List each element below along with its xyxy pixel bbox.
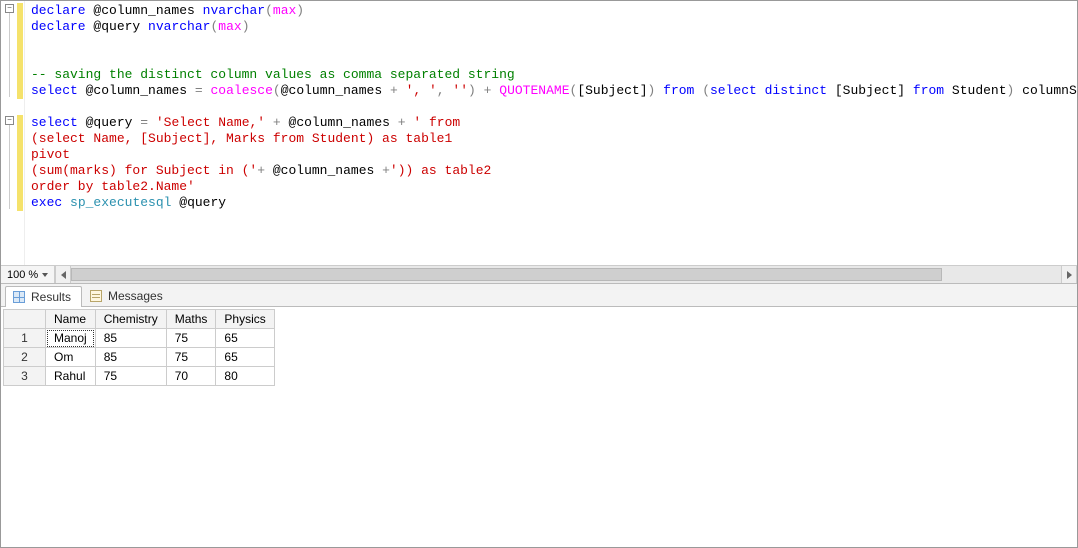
code-line: pivot [31,147,1077,163]
fold-toggle-icon[interactable]: − [5,4,14,13]
tab-results[interactable]: Results [5,286,82,307]
code-line: select @column_names = coalesce(@column_… [31,83,1077,99]
change-marker [17,3,23,99]
grid-cell[interactable]: 75 [166,348,216,367]
tab-messages[interactable]: Messages [82,285,174,306]
horizontal-scrollbar[interactable] [55,266,1077,283]
grid-cell[interactable]: 85 [95,348,166,367]
column-header[interactable]: Maths [166,310,216,329]
row-number[interactable]: 3 [4,367,46,386]
grid-cell[interactable]: 65 [216,348,274,367]
zoom-selector[interactable]: 100 % [1,266,55,283]
grid-cell[interactable]: 75 [95,367,166,386]
results-tab-bar: Results Messages [1,283,1077,307]
scroll-left-button[interactable] [55,266,71,283]
fold-guide [9,13,10,97]
table-row[interactable]: 3Rahul757080 [4,367,275,386]
grid-cell[interactable]: 85 [95,329,166,348]
grid-icon [12,290,26,304]
results-grid[interactable]: NameChemistryMathsPhysics1Manoj8575652Om… [3,309,275,386]
scroll-track[interactable] [71,266,1061,283]
table-row[interactable]: 2Om857565 [4,348,275,367]
sql-editor-pane: − − declare @column_names nvarchar(max)d… [1,1,1077,283]
fold-guide [9,125,10,209]
scroll-thumb[interactable] [71,268,942,281]
code-line: select @query = 'Select Name,' + @column… [31,115,1077,131]
code-line [31,99,1077,115]
zoom-value: 100 % [7,269,38,281]
code-line: (select Name, [Subject], Marks from Stud… [31,131,1077,147]
grid-cell[interactable]: Rahul [46,367,96,386]
grid-cell[interactable]: Om [46,348,96,367]
code-line: declare @column_names nvarchar(max) [31,3,1077,19]
grid-cell[interactable]: 65 [216,329,274,348]
editor-footer: 100 % [1,265,1077,283]
editor-body[interactable]: − − declare @column_names nvarchar(max)d… [1,1,1077,265]
code-line: (sum(marks) for Subject in ('+ @column_n… [31,163,1077,179]
triangle-left-icon [61,271,66,279]
grid-cell[interactable]: 75 [166,329,216,348]
grid-cell[interactable]: 70 [166,367,216,386]
tab-label: Messages [108,289,163,303]
fold-toggle-icon[interactable]: − [5,116,14,125]
code-line: order by table2.Name' [31,179,1077,195]
triangle-right-icon [1067,271,1072,279]
editor-gutter: − − [1,1,25,265]
tab-label: Results [31,290,71,304]
code-area[interactable]: declare @column_names nvarchar(max)decla… [25,1,1077,265]
grid-cell[interactable]: 80 [216,367,274,386]
change-marker [17,115,23,211]
row-number[interactable]: 2 [4,348,46,367]
code-line [31,51,1077,67]
code-line [31,35,1077,51]
scroll-right-button[interactable] [1061,266,1077,283]
results-pane[interactable]: NameChemistryMathsPhysics1Manoj8575652Om… [1,307,1077,547]
table-row[interactable]: 1Manoj857565 [4,329,275,348]
column-header[interactable]: Physics [216,310,274,329]
column-header[interactable]: Chemistry [95,310,166,329]
chevron-down-icon [42,273,48,277]
grid-cell[interactable]: Manoj [46,329,96,348]
code-line: declare @query nvarchar(max) [31,19,1077,35]
code-line: -- saving the distinct column values as … [31,67,1077,83]
messages-icon [89,289,103,303]
row-number[interactable]: 1 [4,329,46,348]
code-line: exec sp_executesql @query [31,195,1077,211]
grid-corner[interactable] [4,310,46,329]
column-header[interactable]: Name [46,310,96,329]
